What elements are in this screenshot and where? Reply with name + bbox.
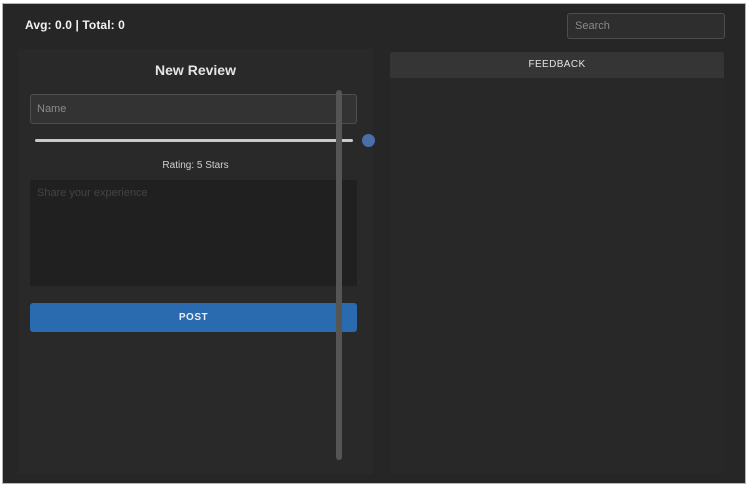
post-button[interactable]: POST — [30, 303, 357, 332]
search-input[interactable] — [567, 13, 725, 39]
form-title: New Review — [155, 62, 236, 78]
name-input[interactable] — [30, 94, 357, 124]
review-form-panel: New Review Rating: 5 Stars POST — [18, 49, 375, 474]
rating-slider-track[interactable] — [35, 139, 353, 142]
feedback-list — [390, 78, 724, 474]
feedback-header: FEEDBACK — [390, 52, 724, 78]
feedback-scrollbar[interactable] — [336, 90, 342, 460]
app-window: Avg: 0.0 | Total: 0 New Review Rating: 5… — [2, 3, 746, 484]
stats-summary: Avg: 0.0 | Total: 0 — [25, 18, 125, 32]
review-textarea[interactable] — [30, 180, 357, 286]
rating-slider-thumb[interactable] — [362, 134, 375, 147]
rating-label: Rating: 5 Stars — [162, 160, 229, 171]
feedback-panel: FEEDBACK — [390, 52, 724, 474]
